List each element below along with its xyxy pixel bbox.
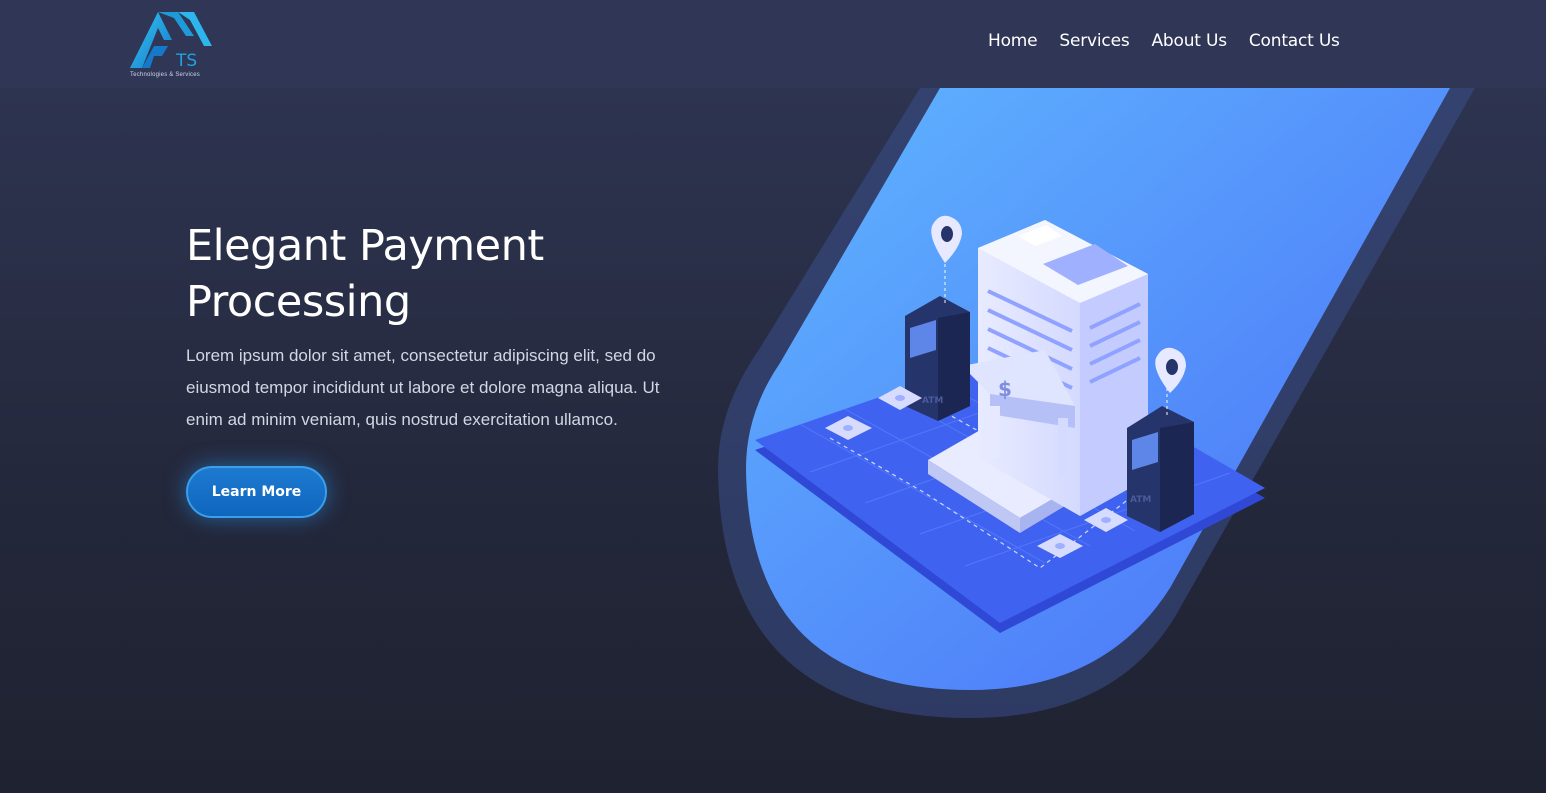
nav-about-link[interactable]: About Us <box>1152 31 1228 51</box>
svg-text:ATM: ATM <box>1130 495 1151 505</box>
logo-tagline: Technologies & Services <box>130 72 200 78</box>
hero-illustration: $ ATM ATM <box>700 88 1546 793</box>
site-logo[interactable]: TS Technologies & Services <box>128 6 220 82</box>
navbar: TS Technologies & Services Home Services… <box>0 0 1546 88</box>
svg-text:$: $ <box>998 377 1012 401</box>
svg-text:ATM: ATM <box>922 396 943 406</box>
logo-letters: TS <box>176 51 197 70</box>
atm-left: ATM <box>905 296 970 421</box>
svg-text:TS: TS <box>176 51 197 70</box>
learn-more-button[interactable]: Learn More <box>186 466 327 518</box>
nav-home-link[interactable]: Home <box>988 31 1038 51</box>
bank-atm-illustration: $ ATM ATM <box>718 88 1475 718</box>
main-nav: Home Services About Us Contact Us <box>988 31 1340 51</box>
hero-description: Lorem ipsum dolor sit amet, consectetur … <box>186 346 660 429</box>
hero-title: Elegant Payment Processing <box>186 221 544 327</box>
nav-services-link[interactable]: Services <box>1059 31 1129 51</box>
atm-right: ATM <box>1127 406 1194 532</box>
nav-contact-link[interactable]: Contact Us <box>1249 31 1340 51</box>
